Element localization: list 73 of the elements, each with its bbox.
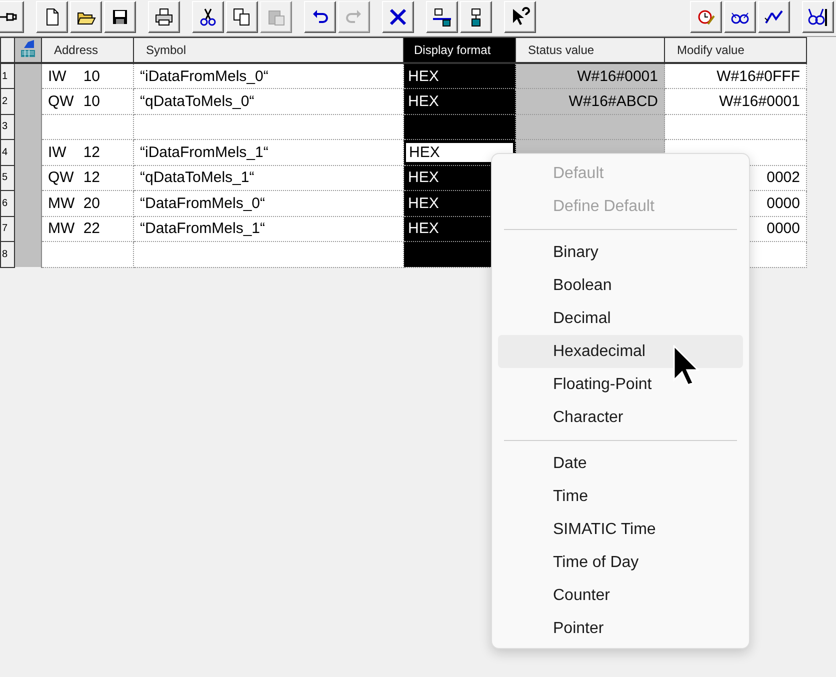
column-header[interactable]: Address [42,38,134,63]
symbol-cell: “iDataFromMels_0“ [134,63,404,88]
glasses-button[interactable] [724,1,756,33]
symbol-cell: “qDataToMels_1“ [134,165,404,190]
pin-button[interactable] [0,1,24,33]
clock-button[interactable] [690,1,722,33]
modify-cell: W#16#0001 [664,88,806,114]
address-area: IW [48,68,66,84]
column-header[interactable]: Symbol [134,38,404,63]
status-cell: W#16#ABCD [516,88,664,114]
address-area: QW [48,92,74,110]
address-number: 22 [83,220,100,238]
menu-item[interactable]: Pointer [498,612,743,645]
menu-item[interactable]: Decimal [498,302,743,335]
address-number: 12 [83,144,100,161]
address-area: QW [48,169,74,186]
row-number: 1 [0,63,14,88]
menu-item[interactable]: Floating-Point [498,368,743,401]
modify-cell: W#16#0FFF [664,63,806,88]
glasses-bar-icon [808,7,828,27]
menu-item[interactable]: Boolean [498,269,743,302]
status-cell: W#16#0001 [516,63,664,88]
menu-item[interactable]: Date [498,447,743,480]
menu-item[interactable]: Character [498,401,743,434]
help-icon [510,7,530,27]
network-icon [432,7,452,27]
open-button[interactable] [70,1,102,33]
row-number: 3 [0,114,14,140]
copy-button[interactable] [226,1,258,33]
row-number: 6 [0,190,14,216]
menu-item[interactable]: Time of Day [498,546,743,579]
symbol-cell: “qDataToMels_0“ [134,88,404,114]
undo-button[interactable] [304,1,336,33]
station-button[interactable] [460,1,492,33]
row-number: 2 [0,88,14,114]
symbol-cell: “DataFromMels_1“ [134,216,404,242]
address-number: 10 [83,68,100,84]
column-header[interactable]: Modify value [664,38,806,63]
cut-icon [198,7,218,27]
table-icon [20,40,36,58]
delete-icon [388,7,408,27]
save-button[interactable] [104,1,136,33]
menu-item[interactable]: Hexadecimal [498,335,743,368]
symbol-cell: “iDataFromMels_1“ [134,140,404,165]
address-number: 12 [83,169,100,186]
address-area: IW [48,144,66,161]
address-number: 10 [83,92,100,110]
address-number: 20 [83,194,100,212]
network-button[interactable] [426,1,458,33]
menu-item[interactable]: SIMATIC Time [498,513,743,546]
address-area: MW [48,194,75,212]
row-number: 4 [0,140,14,165]
mouse-pointer-icon [673,345,699,387]
copy-icon [232,7,252,27]
new-button[interactable] [36,1,68,33]
menu-item[interactable]: Counter [498,579,743,612]
address-area: MW [48,220,75,238]
column-header[interactable]: Display format [404,38,516,63]
save-icon [110,7,130,27]
help-button[interactable] [504,1,536,33]
column-header[interactable]: Status value [516,38,664,63]
format-cell[interactable]: HEX [405,142,514,163]
cut-button[interactable] [192,1,224,33]
delete-button[interactable] [382,1,414,33]
print-icon [154,7,174,27]
print-button[interactable] [148,1,180,33]
row-number: 8 [0,242,14,267]
symbol-cell: “DataFromMels_0“ [134,190,404,216]
arrows-button[interactable] [758,1,790,33]
glasses-bar-button[interactable] [802,1,834,33]
row-number: 7 [0,216,14,242]
menu-item[interactable]: Time [498,480,743,513]
row-number: 5 [0,165,14,190]
